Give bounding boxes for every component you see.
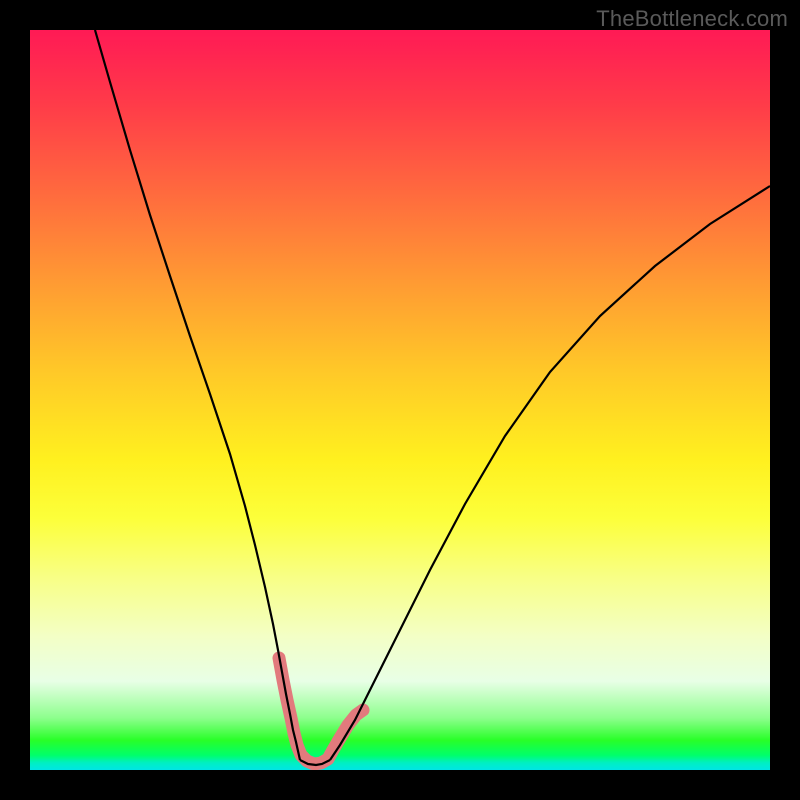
chart-svg [30,30,770,770]
valley-highlight [279,658,363,764]
curve-lines [95,30,770,765]
plot-area [30,30,770,770]
watermark-text: TheBottleneck.com [596,6,788,32]
chart-frame: TheBottleneck.com [0,0,800,800]
